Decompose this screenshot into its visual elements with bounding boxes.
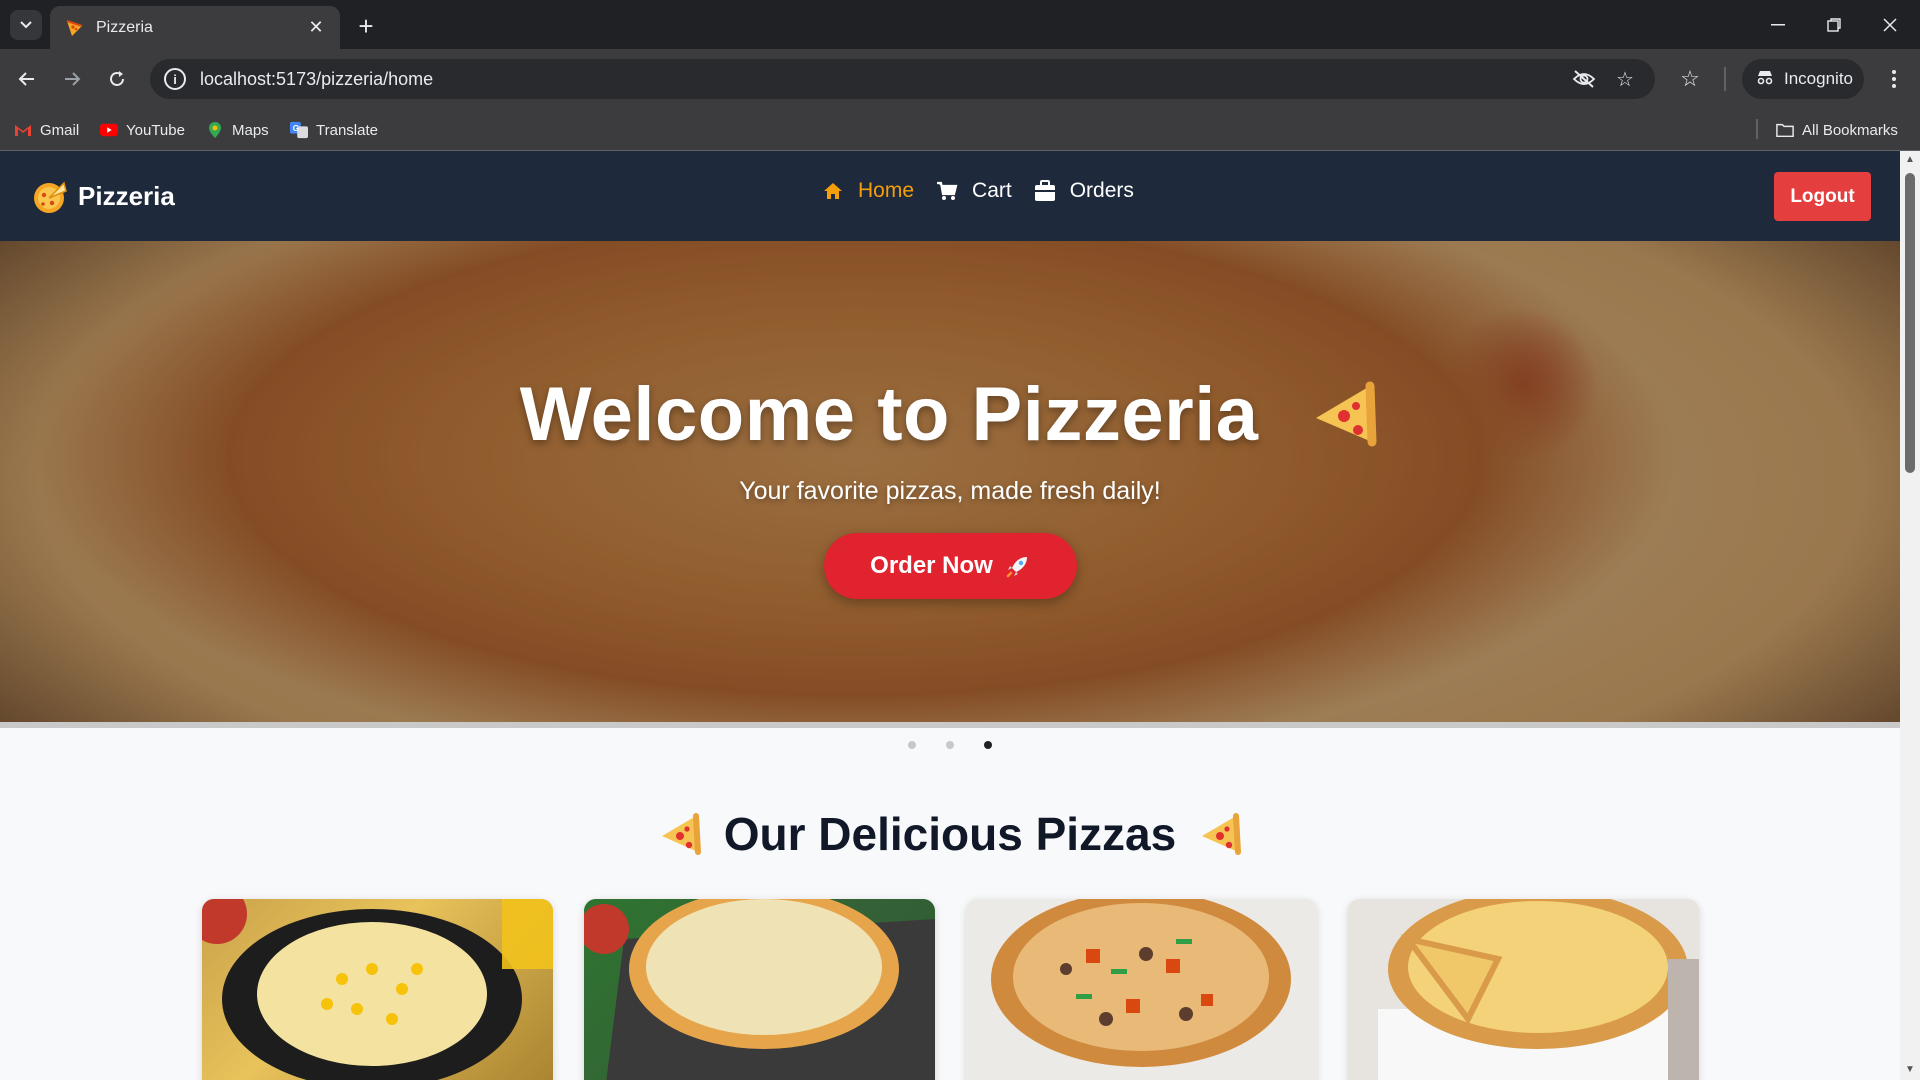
- brand[interactable]: Pizzeria: [30, 177, 175, 215]
- close-icon: [1883, 17, 1897, 32]
- page-scrollbar[interactable]: ▲ ▼: [1900, 151, 1920, 1080]
- nav-cart-label: Cart: [972, 179, 1012, 202]
- restore-button[interactable]: [1806, 0, 1862, 49]
- all-bookmarks-label: All Bookmarks: [1802, 121, 1898, 139]
- scrollbar-thumb[interactable]: [1905, 173, 1915, 473]
- home-icon: [824, 183, 842, 199]
- pizza-logo-icon: [34, 181, 67, 213]
- nav-orders-label: Orders: [1069, 179, 1134, 202]
- section-title: Our Delicious Pizzas: [723, 808, 1177, 860]
- browser-tab-strip: Pizzeria ✕ +: [0, 0, 1920, 49]
- address-bar[interactable]: i localhost:5173/pizzeria/home ☆: [150, 59, 1655, 99]
- bookmark-label: Gmail: [40, 121, 80, 139]
- bookmark-translate[interactable]: G Translate: [290, 118, 378, 142]
- brand-name: Pizzeria: [78, 180, 175, 211]
- pizza-image: [584, 899, 935, 1080]
- arrow-right-icon: [65, 72, 81, 86]
- main-nav: Home Cart Orders: [822, 179, 1156, 203]
- svg-text:G: G: [293, 124, 299, 133]
- bookmark-label: Translate: [316, 121, 378, 139]
- carousel-dot[interactable]: [946, 741, 954, 749]
- pizza-image: [202, 899, 553, 1080]
- tab-list-button[interactable]: [10, 10, 42, 40]
- nav-cart[interactable]: Cart: [936, 179, 1012, 203]
- all-bookmarks-button[interactable]: All Bookmarks: [1776, 118, 1898, 142]
- browser-toolbar: i localhost:5173/pizzeria/home ☆ ☆ Incog…: [0, 49, 1920, 109]
- close-tab-icon[interactable]: ✕: [306, 17, 326, 38]
- order-now-button[interactable]: Order Now: [824, 533, 1077, 599]
- hero-carousel: Welcome to Pizzeria Your favorite pizzas…: [0, 241, 1900, 722]
- carousel-dot[interactable]: [908, 741, 916, 749]
- incognito-indicator[interactable]: Incognito: [1742, 59, 1864, 99]
- scroll-up-icon[interactable]: ▲: [1904, 155, 1916, 165]
- section-heading: Our Delicious Pizzas: [0, 807, 1900, 861]
- minimize-button[interactable]: [1750, 0, 1806, 49]
- toolbar-divider: [1724, 67, 1726, 91]
- gmail-icon: [14, 121, 32, 139]
- carousel-dots: [0, 741, 1900, 749]
- pizza-slice-icon: [1202, 813, 1242, 855]
- forward-button[interactable]: [56, 63, 88, 95]
- bookmark-gmail[interactable]: Gmail: [14, 118, 79, 142]
- pizza-slice-icon: [661, 813, 701, 855]
- logout-button[interactable]: Logout: [1774, 172, 1871, 221]
- pizza-card[interactable]: [966, 899, 1317, 1080]
- pizza-image: [991, 899, 1291, 1067]
- bookmark-label: YouTube: [126, 121, 185, 139]
- bookmark-label: Maps: [232, 121, 269, 139]
- rocket-icon: [1006, 557, 1027, 578]
- pizza-favicon-icon: [66, 19, 83, 36]
- pizza-card[interactable]: [1348, 899, 1699, 1080]
- hero-title-text: Welcome to Pizzeria: [519, 372, 1259, 457]
- orders-icon: [1034, 180, 1055, 201]
- nav-home-label: Home: [858, 179, 915, 202]
- incognito-icon: [1756, 69, 1778, 90]
- minimize-icon: [1771, 23, 1785, 25]
- hero-title: Welcome to Pizzeria: [0, 371, 1900, 458]
- more-menu-icon[interactable]: [1878, 63, 1910, 95]
- bookmarks-bar: Gmail YouTube Maps G Translate All Bookm…: [0, 109, 1920, 151]
- reload-icon: [110, 71, 124, 86]
- translate-icon: G: [290, 121, 308, 139]
- bookmarks-divider: [1756, 119, 1758, 139]
- site-navbar: Pizzeria Home Cart Orders Logout: [0, 151, 1900, 241]
- order-now-label: Order Now: [870, 552, 993, 579]
- nav-home[interactable]: Home: [822, 179, 914, 203]
- pizza-card[interactable]: [584, 899, 935, 1080]
- hero-subtitle: Your favorite pizzas, made fresh daily!: [739, 477, 1161, 505]
- bookmark-star-icon[interactable]: ☆: [1613, 69, 1637, 91]
- back-button[interactable]: [11, 63, 43, 95]
- hero-bottom-bar: [0, 722, 1900, 728]
- pizza-slice-icon: [1316, 381, 1377, 447]
- bookmark-youtube[interactable]: YouTube: [100, 118, 185, 142]
- tab-title: Pizzeria: [96, 18, 153, 36]
- carousel-dot-active[interactable]: [984, 741, 992, 749]
- scroll-down-icon[interactable]: ▼: [1904, 1065, 1916, 1075]
- pizza-image: [1378, 899, 1699, 1080]
- bookmarks-star-list-icon[interactable]: ☆: [1674, 63, 1706, 95]
- folder-icon: [1776, 121, 1794, 139]
- pizza-card[interactable]: [202, 899, 553, 1080]
- url-text: localhost:5173/pizzeria/home: [200, 68, 434, 89]
- bookmark-maps[interactable]: Maps: [206, 118, 269, 142]
- eye-off-icon[interactable]: [1572, 69, 1596, 89]
- page-viewport: Pizzeria Home Cart Orders Logout Welcome…: [0, 151, 1920, 1080]
- site-info-icon[interactable]: i: [164, 68, 186, 90]
- maps-icon: [206, 121, 224, 139]
- arrow-left-icon: [18, 72, 34, 86]
- restore-icon: [1827, 17, 1841, 32]
- incognito-label: Incognito: [1784, 69, 1853, 88]
- chevron-down-icon: [20, 21, 32, 29]
- browser-tab[interactable]: Pizzeria ✕: [50, 6, 340, 49]
- cart-icon: [937, 181, 958, 200]
- youtube-icon: [100, 121, 118, 139]
- close-window-button[interactable]: [1862, 0, 1918, 49]
- reload-button[interactable]: [101, 63, 133, 95]
- new-tab-button[interactable]: +: [352, 11, 380, 41]
- nav-orders[interactable]: Orders: [1034, 179, 1134, 203]
